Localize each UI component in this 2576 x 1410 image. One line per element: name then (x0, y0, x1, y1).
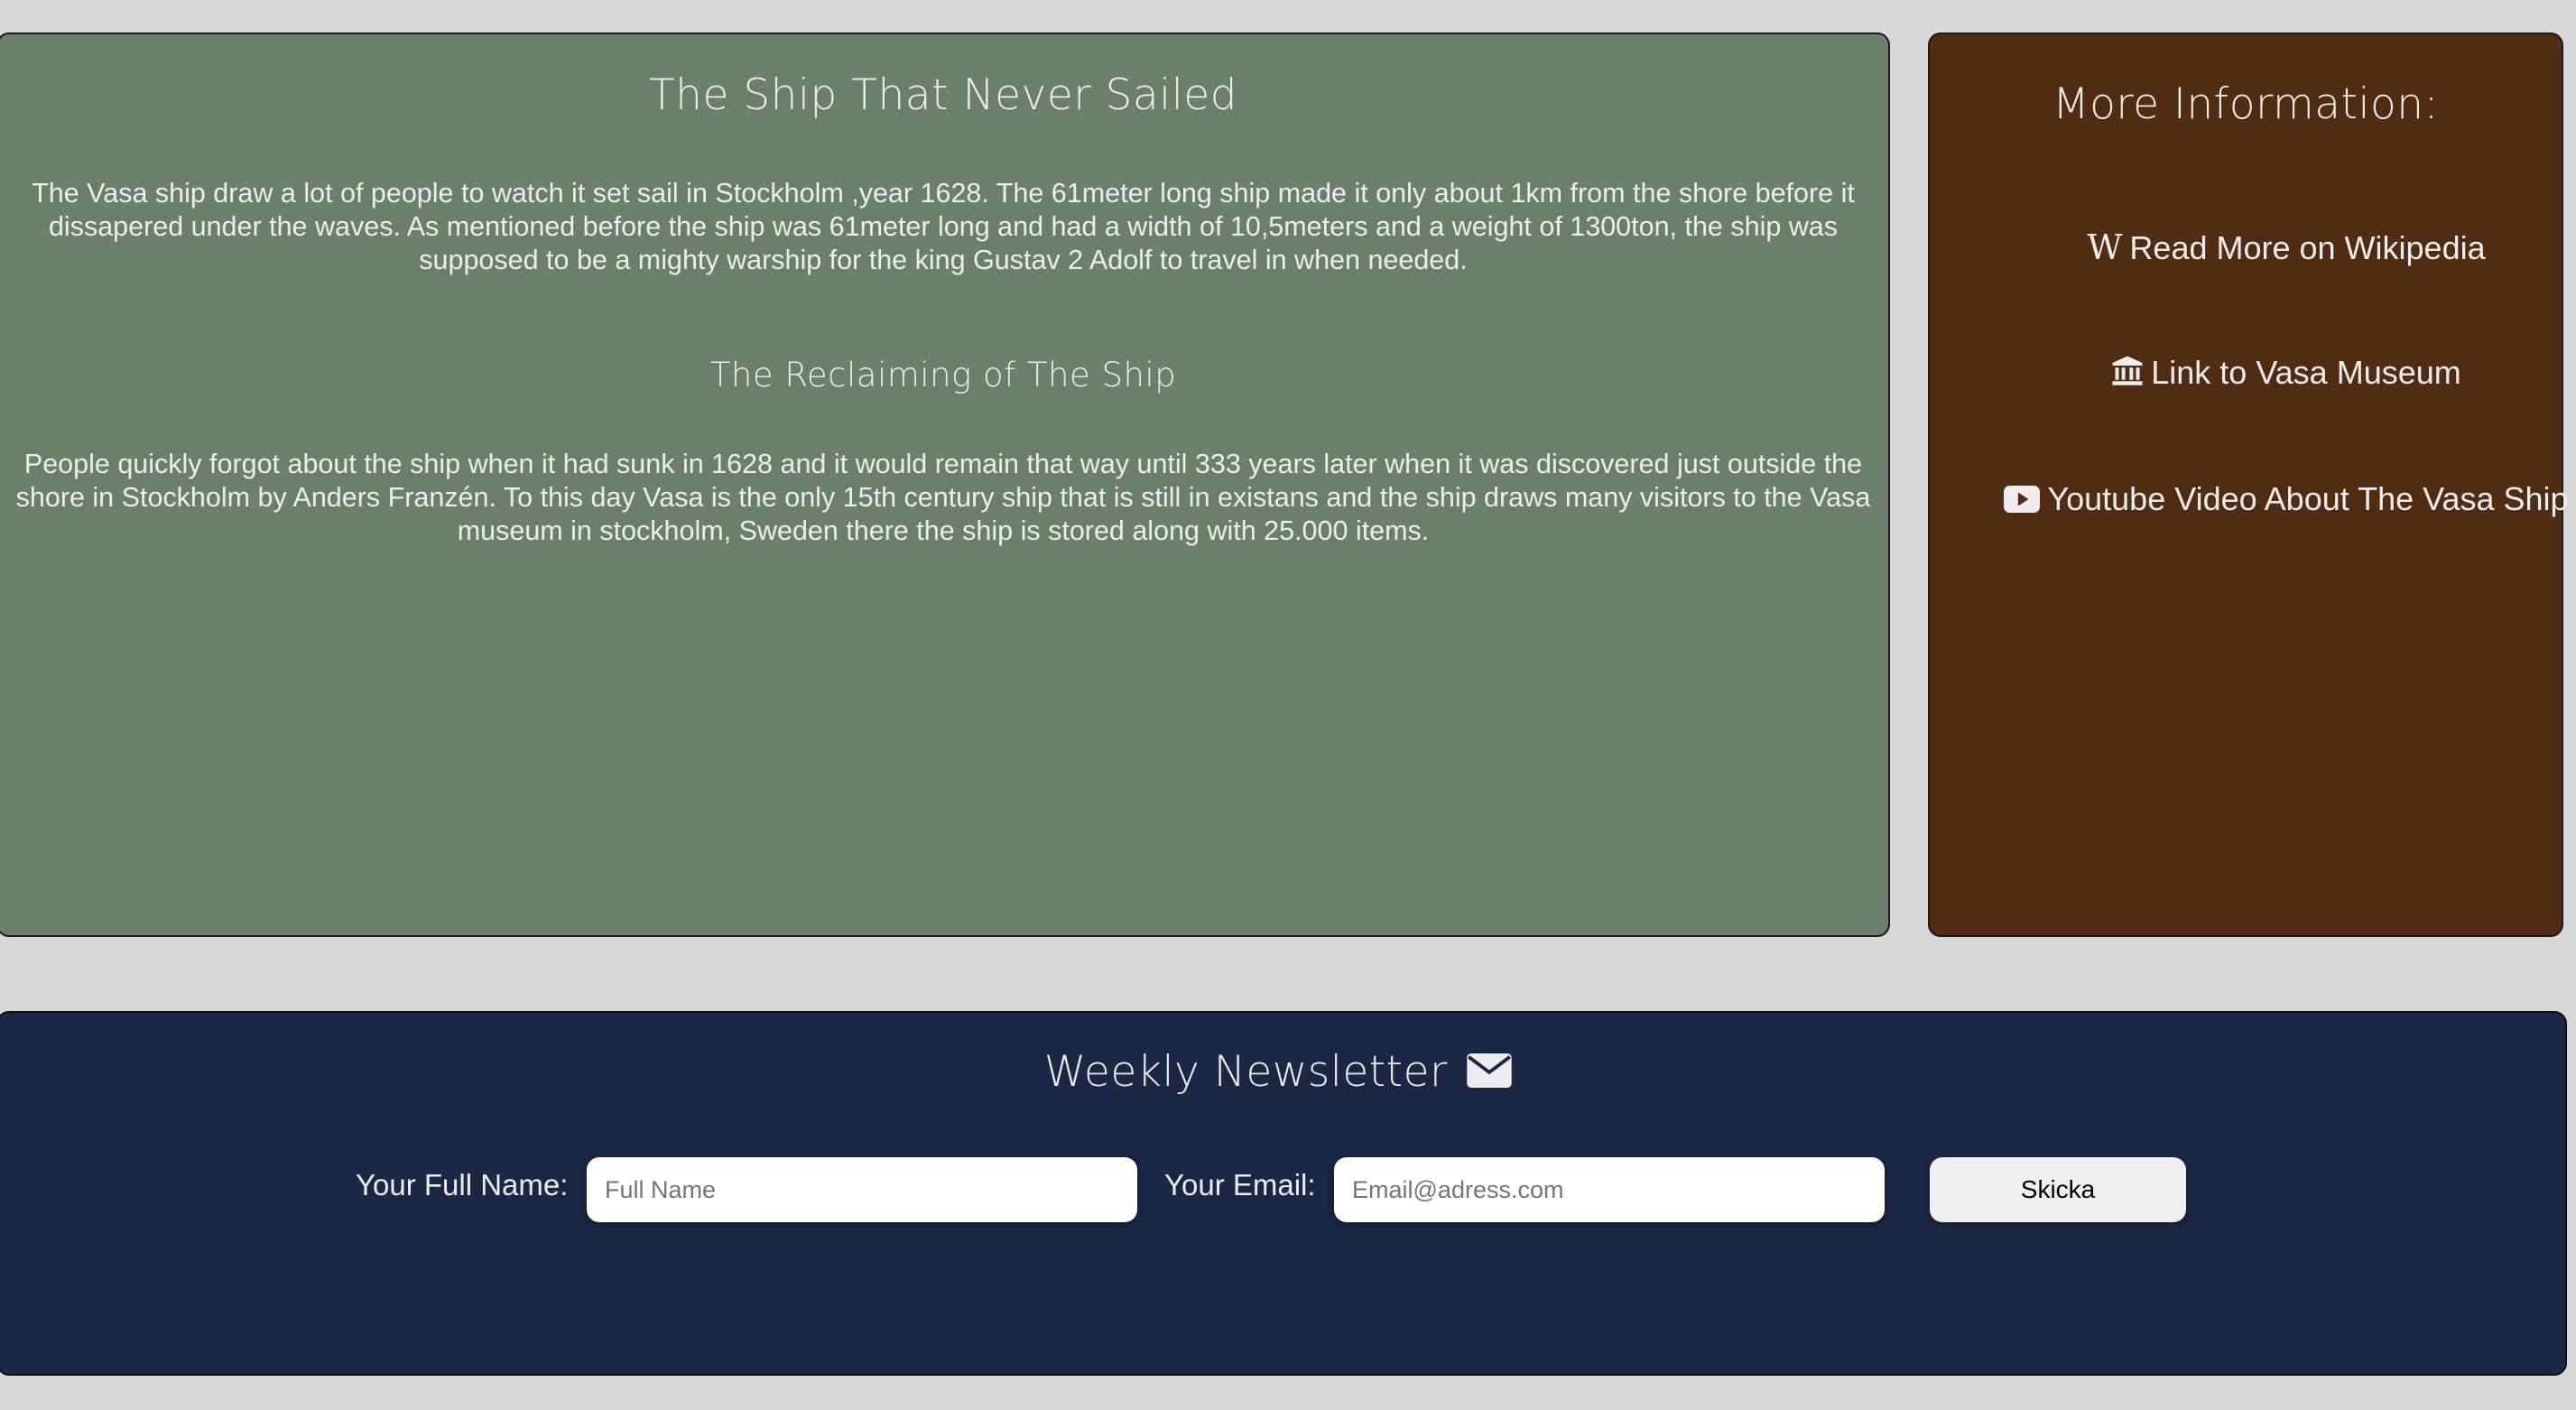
article-intro-paragraph: The Vasa ship draw a lot of people to wa… (32, 178, 1855, 275)
article-body-paragraph: People quickly forgot about the ship whe… (15, 449, 1871, 546)
article-panel: The Ship That Never Sailed The Vasa ship… (0, 32, 1890, 937)
wikipedia-link[interactable]: W Read More on Wikipedia (2002, 227, 2571, 267)
newsletter-title: Weekly Newsletter (0, 1047, 2565, 1099)
youtube-video-link[interactable]: Youtube Video About The Vasa Ship (2002, 480, 2571, 522)
museum-icon (2111, 355, 2144, 395)
newsletter-title-text: Weekly Newsletter (1043, 1047, 1448, 1097)
article-title: The Ship That Never Sailed (648, 70, 1238, 120)
sidebar-title: More Information: (2052, 79, 2439, 129)
page: The Ship That Never Sailed The Vasa ship… (0, 0, 2576, 1410)
email-input[interactable] (1334, 1157, 1885, 1222)
wikipedia-link-label: Read More on Wikipedia (2129, 229, 2486, 266)
wikipedia-icon: W (2087, 227, 2123, 267)
article-subtitle: The Reclaiming of The Ship (709, 356, 1177, 394)
vasa-museum-link-label: Link to Vasa Museum (2151, 354, 2461, 391)
submit-button[interactable]: Skicka (1930, 1157, 2186, 1222)
full-name-input[interactable] (587, 1157, 1137, 1222)
envelope-icon (1467, 1049, 1512, 1099)
newsletter-panel: Weekly Newsletter Your Full Name: Your E… (0, 1011, 2567, 1376)
vasa-museum-link[interactable]: Link to Vasa Museum (2002, 354, 2571, 395)
more-information-sidebar: More Information: W Read More on Wikipedi… (1928, 32, 2569, 937)
email-label: Your Email: (1164, 1168, 1316, 1201)
full-name-label: Your Full Name: (356, 1168, 569, 1201)
youtube-video-link-label: Youtube Video About The Vasa Ship (2047, 480, 2569, 517)
youtube-icon (2004, 484, 2041, 522)
